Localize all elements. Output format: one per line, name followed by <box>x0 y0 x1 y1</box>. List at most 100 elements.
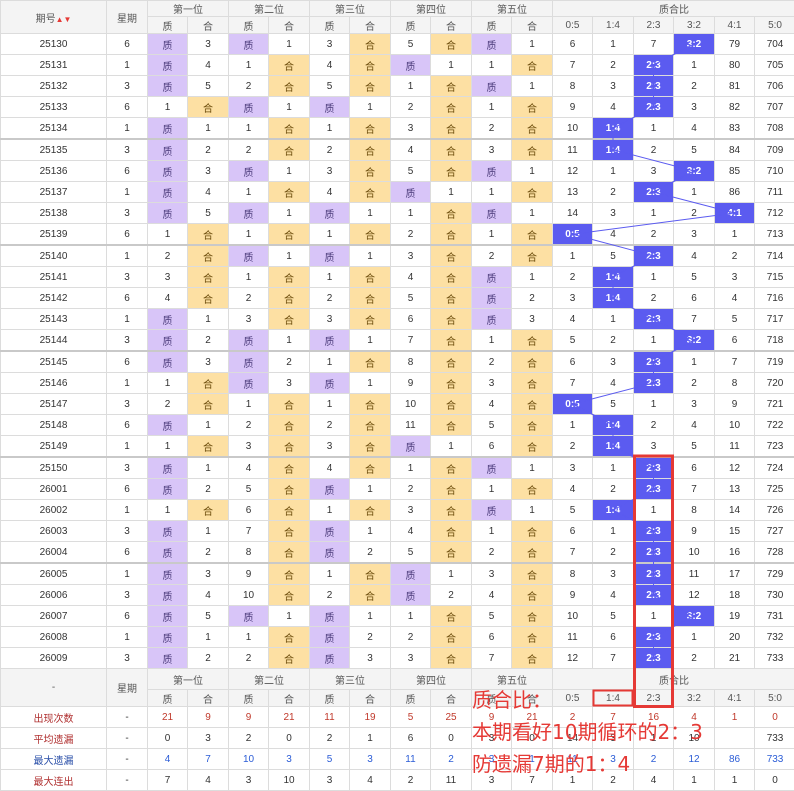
ratio-cell: 2 <box>674 203 715 224</box>
ratio-subheader: 3:2 <box>674 17 715 34</box>
table-row[interactable]: 251341质11合1合3合2合101:41483708 <box>1 118 794 140</box>
table-row[interactable]: 2600211合6合1合3合质151:41814726 <box>1 500 794 521</box>
table-row[interactable]: 260093质22合质33合7合1272:3221733 <box>1 648 794 669</box>
ratio-cell: 3:2 <box>674 606 715 627</box>
ratio-subheader: 1:4 <box>593 17 634 34</box>
table-row[interactable]: 260051质39合1合质13合832:31117729 <box>1 563 794 585</box>
table-row[interactable]: 2514611合质3质19合3合742:328720 <box>1 373 794 394</box>
ratio-cell: 12 <box>553 161 593 182</box>
ratio-cell: 7 <box>674 309 715 330</box>
zhi-cell: 1 <box>472 97 512 118</box>
zhi-cell: 4 <box>310 55 350 76</box>
ratio-cell: 2 <box>593 479 634 500</box>
zhi-cell: 2 <box>229 415 269 436</box>
ratio-cell: 11 <box>674 563 715 585</box>
ratio-cell: 3 <box>553 457 593 479</box>
ratio-cell: 6 <box>553 521 593 542</box>
weekday-cell: 1 <box>107 245 148 267</box>
footer-position-2-header: 第二位 <box>229 669 310 690</box>
period-cell: 25136 <box>1 161 107 182</box>
table-row[interactable]: 251306质3质13合5合质16173:279704 <box>1 34 794 55</box>
period-cell: 25132 <box>1 76 107 97</box>
he-cell: 1 <box>350 606 391 627</box>
table-row[interactable]: 2514732合1合1合10合4合0:55139721 <box>1 394 794 415</box>
zhi-cell: 2 <box>391 479 431 500</box>
period-cell: 26005 <box>1 563 107 585</box>
he-cell: 合 <box>269 479 310 500</box>
table-row[interactable]: 251366质3质13合5合质112133:285710 <box>1 161 794 182</box>
table-row[interactable]: 251323质52合5合1合质1832:3281706 <box>1 76 794 97</box>
table-row[interactable]: 260016质25合质12合1合422:3713725 <box>1 479 794 500</box>
zhi-cell: 质 <box>472 76 512 97</box>
ratio-cell: 1 <box>553 245 593 267</box>
ratio-cell: 2:3 <box>634 55 674 76</box>
table-row[interactable]: 260046质28合质25合2合722:31016728 <box>1 542 794 564</box>
weekday-cell: 6 <box>107 542 148 564</box>
he-cell: 1 <box>269 161 310 182</box>
table-row[interactable]: 2514911合3合3合质16合21:43511723 <box>1 436 794 458</box>
annotation-line-1: 质合比： <box>472 686 552 714</box>
table-row[interactable]: 2513961合1合1合2合1合0:54231713 <box>1 224 794 246</box>
table-row[interactable]: 251503质14合4合1合质1312:3612724 <box>1 457 794 479</box>
ratio-cell: 729 <box>755 563 794 585</box>
table-row[interactable]: 2514012合质1质13合2合152:342714 <box>1 245 794 267</box>
zhi-cell: 2 <box>310 139 350 161</box>
zhi-cell: 1 <box>229 394 269 415</box>
table-row[interactable]: 260033质17合质14合1合612:3915727 <box>1 521 794 542</box>
table-row[interactable]: 251371质41合4合质11合1322:3186711 <box>1 182 794 203</box>
ratio-cell: 1 <box>553 415 593 436</box>
ratio-cell: 83 <box>715 118 755 140</box>
table-row[interactable]: 251431质13合3合6合质3412:375717 <box>1 309 794 330</box>
he-subheader: 合 <box>512 17 553 34</box>
table-row[interactable]: 251311质41合4合质11合722:3180705 <box>1 55 794 76</box>
zhi-cell: 10 <box>391 394 431 415</box>
table-row[interactable]: 251353质22合2合4合3合111:42584709 <box>1 139 794 161</box>
ratio-subheader: 0:5 <box>553 17 593 34</box>
table-row[interactable]: 251383质5质1质11合质1143124:1712 <box>1 203 794 224</box>
footer-ratio-subheader: 2:3 <box>634 690 674 707</box>
ratio-cell: 6 <box>553 34 593 55</box>
sort-icon[interactable]: ▲▼ <box>56 15 72 24</box>
table-row[interactable]: 2513361合质1质12合1合942:3382707 <box>1 97 794 118</box>
ratio-cell: 2 <box>553 267 593 288</box>
period-header[interactable]: 期号▲▼ <box>1 1 107 34</box>
table-row[interactable]: 260063质410合2合质24合942:31218730 <box>1 585 794 606</box>
ratio-cell: 725 <box>755 479 794 500</box>
weekday-cell: 3 <box>107 76 148 97</box>
weekday-cell: 3 <box>107 521 148 542</box>
he-cell: 1 <box>269 330 310 352</box>
table-row[interactable]: 251486质12合2合11合5合11:42410722 <box>1 415 794 436</box>
footer-zhi-subheader: 质 <box>229 690 269 707</box>
zhi-cell: 2 <box>472 245 512 267</box>
table-row[interactable]: 2514264合2合2合5合质231:4264716 <box>1 288 794 309</box>
zhi-subheader: 质 <box>391 17 431 34</box>
ratio-cell: 726 <box>755 500 794 521</box>
zhi-cell: 质 <box>148 606 188 627</box>
stats-label: 最大连出 <box>1 770 107 791</box>
zhi-cell: 3 <box>391 245 431 267</box>
he-cell: 4 <box>188 182 229 203</box>
he-cell: 3 <box>188 351 229 373</box>
ratio-cell: 10 <box>715 415 755 436</box>
weekday-cell: 6 <box>107 288 148 309</box>
zhi-cell: 3 <box>472 373 512 394</box>
table-row[interactable]: 2514133合1合1合4合质121:4153715 <box>1 267 794 288</box>
stats-value: 3 <box>350 749 391 770</box>
ratio-cell: 7 <box>674 479 715 500</box>
ratio-cell: 708 <box>755 118 794 140</box>
zhi-cell: 2 <box>229 648 269 669</box>
table-row[interactable]: 251443质2质1质17合1合5213:26718 <box>1 330 794 352</box>
trend-chart: 期号▲▼ 星期 第一位 第二位 第三位 第四位 第五位 质合比 质合质合质合质合… <box>0 0 794 789</box>
table-row[interactable]: 260081质11合质22合6合1162:3120732 <box>1 627 794 648</box>
he-cell: 合 <box>350 182 391 203</box>
ratio-cell: 1:4 <box>593 288 634 309</box>
zhi-cell: 1 <box>310 224 350 246</box>
zhi-cell: 5 <box>391 288 431 309</box>
he-cell: 合 <box>431 203 472 224</box>
zhi-cell: 质 <box>229 97 269 118</box>
he-cell: 合 <box>512 245 553 267</box>
table-row[interactable]: 260076质5质1质11合5合10513:219731 <box>1 606 794 627</box>
zhi-subheader: 质 <box>148 17 188 34</box>
table-row[interactable]: 251456质3质21合8合2合632:317719 <box>1 351 794 373</box>
ratio-cell: 2:3 <box>634 309 674 330</box>
